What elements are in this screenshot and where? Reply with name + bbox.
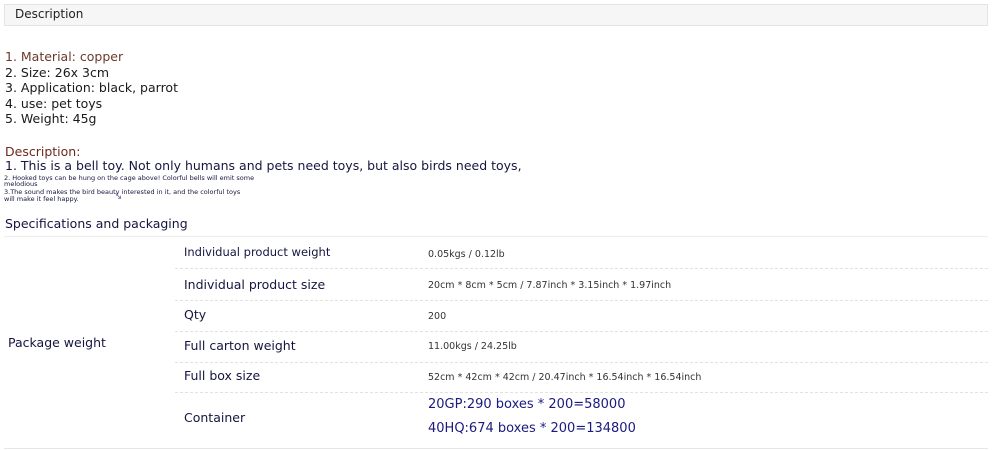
spec-row: Qty 200 (175, 301, 988, 332)
attribute-material: 1. Material: copper (5, 49, 124, 64)
specifications-heading: Specifications and packaging (5, 216, 188, 231)
spec-value: 0.05kgs / 0.12lb (428, 249, 505, 260)
spec-name: Qty (184, 307, 207, 322)
spec-value: 11.00kgs / 24.25lb (428, 341, 517, 352)
spec-value: 52cm * 42cm * 42cm / 20.47inch * 16.54in… (428, 372, 702, 383)
attribute-weight: 5. Weight: 45g (5, 111, 97, 126)
description-line-1: 1. This is a bell toy. Not only humans a… (5, 158, 522, 173)
spec-value: 200 (428, 311, 447, 322)
spec-row: Full box size 52cm * 42cm * 42cm / 20.47… (175, 363, 988, 393)
product-detail-page: Description 1. Material: copper 2. Size:… (0, 0, 993, 450)
description-line-2-cont: melodious (4, 180, 38, 188)
divider (4, 448, 988, 449)
spec-row: Full carton weight 11.00kgs / 24.25lb (175, 332, 988, 363)
description-tab-bar: Description (4, 4, 988, 26)
text-cursor-icon: ↘ (114, 191, 123, 202)
attribute-list: 1. Material: copper 2. Size: 26x 3cm 3. … (5, 49, 178, 127)
attribute-size: 2. Size: 26x 3cm (5, 64, 110, 80)
spec-row: Individual product size 20cm * 8cm * 5cm… (175, 269, 988, 301)
description-line-2: 2. Hooked toys can be hung on the cage a… (4, 174, 255, 182)
spec-row-container: Container 20GP:290 boxes * 200=58000 40H… (175, 393, 988, 443)
package-weight-label: Package weight (8, 335, 106, 350)
attribute-application: 3. Application: black, parrot (5, 80, 178, 95)
spec-value: 20cm * 8cm * 5cm / 7.87inch * 3.15inch *… (428, 280, 672, 291)
attribute-use: 4. use: pet toys (5, 95, 103, 111)
spec-row: Individual product weight 0.05kgs / 0.12… (175, 237, 988, 269)
spec-name: Individual product weight (184, 245, 331, 259)
tab-description[interactable]: Description (15, 7, 83, 21)
description-heading: Description: (5, 144, 81, 159)
container-40hq-value: 40HQ:674 boxes * 200=134800 (428, 421, 636, 436)
container-20gp-value: 20GP:290 boxes * 200=58000 (428, 397, 626, 412)
spec-name: Full box size (184, 368, 261, 383)
spec-name: Container (184, 410, 246, 425)
spec-name: Individual product size (184, 277, 326, 292)
description-line-3-cont: will make it feel happy. (4, 195, 79, 203)
spec-name: Full carton weight (184, 338, 296, 353)
